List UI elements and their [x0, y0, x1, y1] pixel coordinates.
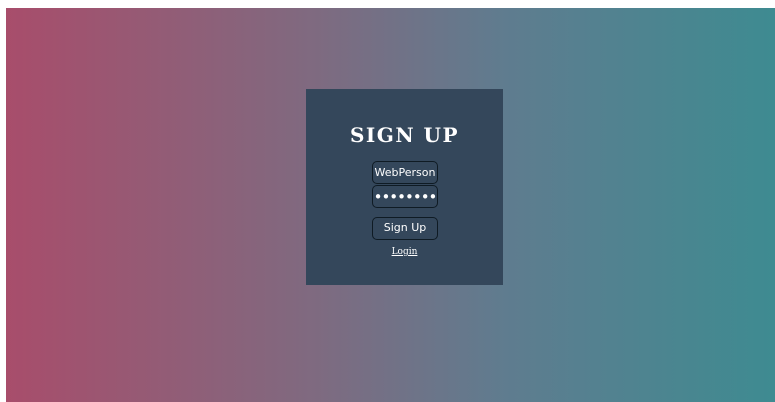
form-title: SIGN UP — [349, 123, 460, 147]
password-input[interactable] — [372, 185, 438, 208]
signup-button[interactable]: Sign Up — [372, 217, 438, 240]
page-background: SIGN UP Sign Up Login — [6, 8, 775, 402]
signup-card: SIGN UP Sign Up Login — [306, 89, 503, 285]
login-link[interactable]: Login — [306, 247, 503, 257]
username-input[interactable] — [372, 161, 438, 184]
